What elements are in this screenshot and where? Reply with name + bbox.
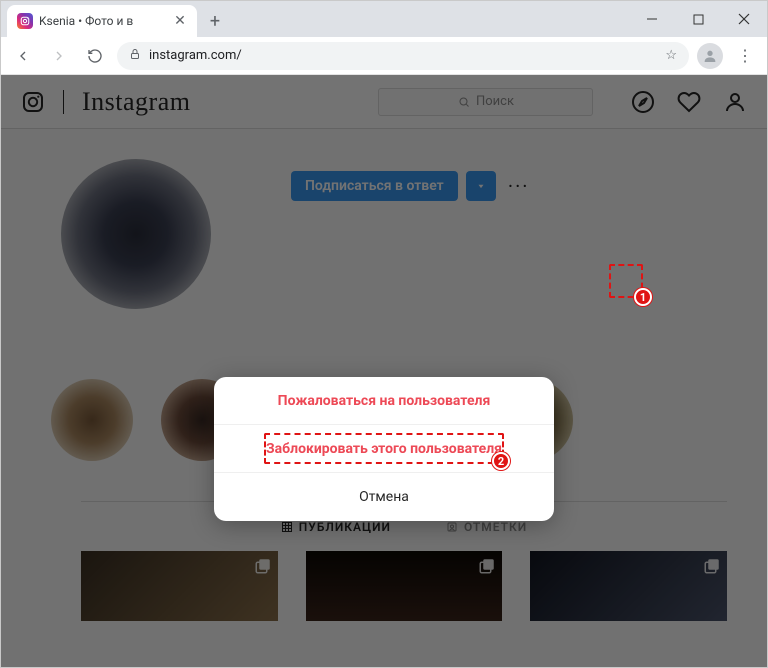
reload-button[interactable] [81,42,109,70]
browser-window: Ksenia • Фото и в ✕ + instagram.com/ ☆ ⋮ [0,0,768,668]
tab-title: Ksenia • Фото и в [39,14,167,28]
annotation-badge-2: 2 [492,452,510,470]
instagram-favicon [17,13,33,29]
chrome-menu-button[interactable]: ⋮ [731,42,759,70]
minimize-button[interactable] [629,1,675,37]
bookmark-star-icon[interactable]: ☆ [665,48,677,63]
block-user-option[interactable]: Заблокировать этого пользователя 2 [214,425,554,473]
browser-tab[interactable]: Ksenia • Фото и в ✕ [7,5,197,37]
back-button[interactable] [9,42,37,70]
block-user-label: Заблокировать этого пользователя [266,441,502,457]
report-user-option[interactable]: Пожаловаться на пользователя [214,377,554,425]
forward-button[interactable] [45,42,73,70]
titlebar: Ksenia • Фото и в ✕ + [1,1,767,37]
cancel-option[interactable]: Отмена [214,473,554,521]
chrome-profile-avatar[interactable] [697,43,723,69]
window-controls [629,1,767,37]
modal-backdrop[interactable] [1,75,767,667]
annotation-badge-1: 1 [634,288,652,306]
close-tab-icon[interactable]: ✕ [173,14,187,28]
url-box[interactable]: instagram.com/ ☆ [117,42,689,70]
page-content: Instagram Поиск Подписаться в ответ ··· [1,75,767,667]
options-modal: Пожаловаться на пользователя Заблокирова… [214,377,554,521]
new-tab-button[interactable]: + [201,7,229,35]
address-bar: instagram.com/ ☆ ⋮ [1,37,767,75]
close-window-button[interactable] [721,1,767,37]
maximize-button[interactable] [675,1,721,37]
url-text: instagram.com/ [149,48,242,63]
lock-icon [129,47,141,65]
